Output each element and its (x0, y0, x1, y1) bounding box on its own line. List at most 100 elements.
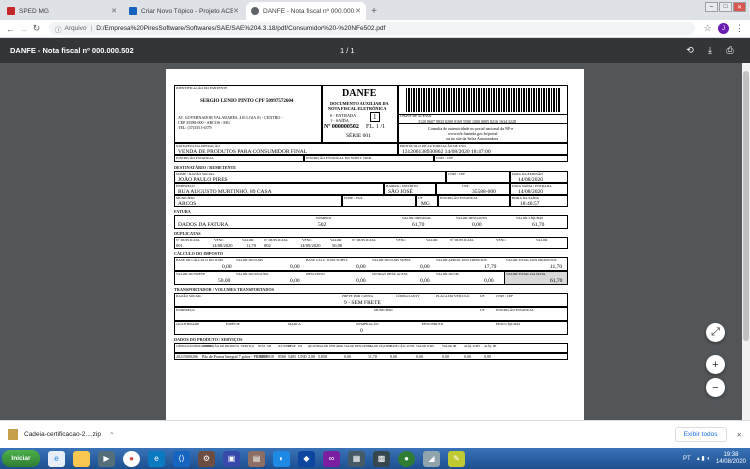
close-window-icon[interactable]: ✕ (733, 2, 746, 12)
dup-h10: Nº DUPLICATA (450, 238, 474, 242)
chevron-up-icon[interactable]: ⌃ (109, 431, 114, 439)
transp-num-value: 0 (360, 328, 363, 334)
language-indicator[interactable]: PT (683, 456, 691, 462)
url-input[interactable]: ⓘ Arquivo | D:/Empresa%20PiresSoftware/S… (49, 22, 695, 35)
fit-page-button[interactable]: ⤢ (706, 323, 725, 342)
prod-cell: 0500 (278, 354, 286, 359)
windows-taskbar: Iniciar e ▶ ● e ⟨⟩ ⚙ ▣ ▤ ◐ ◆ ∞ ▦ ▩ ● ◢ ✎… (0, 448, 750, 469)
imp-v2-3: 0,00 (420, 278, 430, 284)
consulta-line-3: ou no site da Sefaz Autorizadora (446, 136, 499, 141)
system-tray: PT ▴ ▮ ◖ 19:38 14/08/2020 (683, 452, 750, 466)
vertical-scrollbar[interactable] (742, 63, 750, 420)
transp-ie-label: INSCRIÇÃO ESTADUAL (496, 308, 534, 312)
tab-danfe[interactable]: DANFE - Nota fiscal nº 000.000.502 ✕ (246, 2, 366, 20)
app-taskbar-icon-5[interactable]: ▦ (348, 450, 365, 467)
back-arrow-icon[interactable]: ← (4, 24, 17, 34)
barcode (406, 88, 560, 112)
dest-nome-label: NOME / RAZÃO SOCIAL (176, 172, 215, 176)
download-shelf: Cadeia-certificacao-2....zip ⌃ Exibir to… (0, 420, 750, 448)
scrollbar-thumb[interactable] (743, 71, 749, 341)
minimize-icon[interactable]: – (705, 2, 718, 12)
info-icon: ⓘ (55, 26, 62, 34)
new-tab-button[interactable]: + (366, 2, 382, 20)
show-all-button[interactable]: Exibir todos (674, 427, 727, 442)
tab-sped-mg[interactable]: SPED MG ✕ (2, 2, 122, 20)
app-taskbar-icon-9[interactable]: ✎ (448, 450, 465, 467)
pdf-viewer[interactable]: IDENTIFICAÇÃO DO EMITENTE SERGIO LENIO P… (0, 63, 742, 420)
natureza-label: NATUREZA DA OPERAÇÃO (176, 144, 220, 148)
tab-acbr[interactable]: Criar Novo Tópico - Projeto ACBr ✕ (124, 2, 244, 20)
fat-original: 61,70 (412, 222, 425, 228)
transp-mun-label: MUNICÍPIO (374, 308, 393, 312)
transp-esp-label: ESPÉCIE (226, 322, 240, 326)
app-taskbar-icon-6[interactable]: ▩ (373, 450, 390, 467)
app-taskbar-icon-3[interactable]: ◐ (273, 450, 290, 467)
ie-taskbar-icon[interactable]: e (48, 450, 65, 467)
folder-taskbar-icon[interactable] (73, 450, 90, 467)
emitente-name: SERGIO LENIO PINTO CPF 50997572604 (200, 99, 294, 104)
dup-valor-1: 11,70 (246, 243, 256, 248)
close-tab-icon[interactable]: ✕ (233, 7, 239, 15)
app-taskbar-icon-4[interactable]: ◆ (298, 450, 315, 467)
vscode-taskbar-icon[interactable]: ⟨⟩ (173, 450, 190, 467)
visual-studio-taskbar-icon[interactable]: ∞ (323, 450, 340, 467)
app-taskbar-icon-8[interactable]: ◢ (423, 450, 440, 467)
imp-v1-4: 17,79 (484, 264, 497, 270)
fat-desc: DADOS DA FATURA (178, 222, 229, 228)
imp-h2-4: VALOR DO IPI (436, 272, 459, 276)
imposto-section-title: CÁLCULO DO IMPOSTO (174, 251, 224, 256)
dest-bairro-label: BAIRRO / DISTRITO (386, 184, 418, 188)
fatura-box (174, 215, 568, 229)
emitente-box (174, 85, 322, 143)
clock-date: 14/08/2020 (715, 458, 746, 465)
zoom-out-button[interactable]: − (706, 378, 725, 397)
imp-v2-4: 0,00 (484, 278, 494, 284)
app-taskbar-icon-1[interactable]: ▣ (223, 450, 240, 467)
imp-v2-1: 0,00 (290, 278, 300, 284)
imp-v1-3: 0,00 (420, 264, 430, 270)
zoom-in-button[interactable]: + (706, 355, 725, 374)
url-text: D:/Empresa%20PiresSoftware/Softwares/SAE… (96, 25, 386, 32)
imp-h2-5: VALOR TOTAL DA NOTA (506, 272, 546, 276)
prod-cell: 0,00 (390, 354, 397, 359)
imp-h1-4: VALOR APROX. DOS TRIBUTOS (436, 258, 487, 262)
fat-header-numero: NÚMERO (316, 216, 332, 220)
start-button[interactable]: Iniciar (2, 450, 40, 467)
tray-icons[interactable]: ▴ ▮ ◖ (697, 455, 710, 462)
forward-arrow-icon[interactable]: → (17, 24, 30, 34)
rotate-icon[interactable]: ⟲ (680, 45, 700, 56)
dest-emissao-label: DATA DA EMISSÃO (512, 172, 543, 176)
dest-uf: MG (421, 201, 430, 207)
chrome-taskbar-icon[interactable]: ● (123, 450, 140, 467)
prod-cell: 0,00 (442, 354, 449, 359)
tab-label: Criar Novo Tópico - Projeto ACBr (141, 7, 234, 15)
dup-h5: VENC. (302, 238, 313, 242)
fatura-section-title: FATURA (174, 209, 191, 214)
bookmark-star-icon[interactable]: ☆ (701, 23, 714, 34)
app-taskbar-icon-7[interactable]: ● (398, 450, 415, 467)
clock[interactable]: 19:38 14/08/2020 (716, 452, 746, 466)
transp-h0: RAZÃO SOCIAL (176, 294, 202, 298)
close-shelf-icon[interactable]: ✕ (737, 431, 742, 439)
clock-time: 19:38 (723, 451, 739, 458)
close-tab-icon[interactable]: ✕ (355, 7, 361, 15)
download-icon[interactable]: ⤓ (700, 45, 720, 56)
media-taskbar-icon[interactable]: ▶ (98, 450, 115, 467)
edge-taskbar-icon[interactable]: e (148, 450, 165, 467)
maximize-icon[interactable]: □ (719, 2, 732, 12)
download-file-name[interactable]: Cadeia-certificacao-2....zip (24, 431, 101, 438)
zip-file-icon (8, 429, 18, 440)
prod-cell: 2,00 (308, 354, 315, 359)
app-taskbar-icon-2[interactable]: ▤ (248, 450, 265, 467)
prod-cell: 20215000206 (176, 354, 198, 359)
avatar[interactable]: J (718, 23, 729, 34)
fat-header-original: VALOR ORIGINAL (402, 216, 432, 220)
menu-dots-icon[interactable]: ⋮ (733, 23, 746, 34)
imp-v1-1: 0,00 (290, 264, 300, 270)
close-tab-icon[interactable]: ✕ (111, 7, 117, 15)
tools-taskbar-icon[interactable]: ⚙ (198, 450, 215, 467)
dest-mun: ARCOS (178, 201, 197, 207)
print-icon[interactable]: ⎙ (720, 45, 740, 56)
imp-v2-5: 61,70 (550, 278, 563, 284)
reload-icon[interactable]: ↻ (30, 23, 43, 34)
